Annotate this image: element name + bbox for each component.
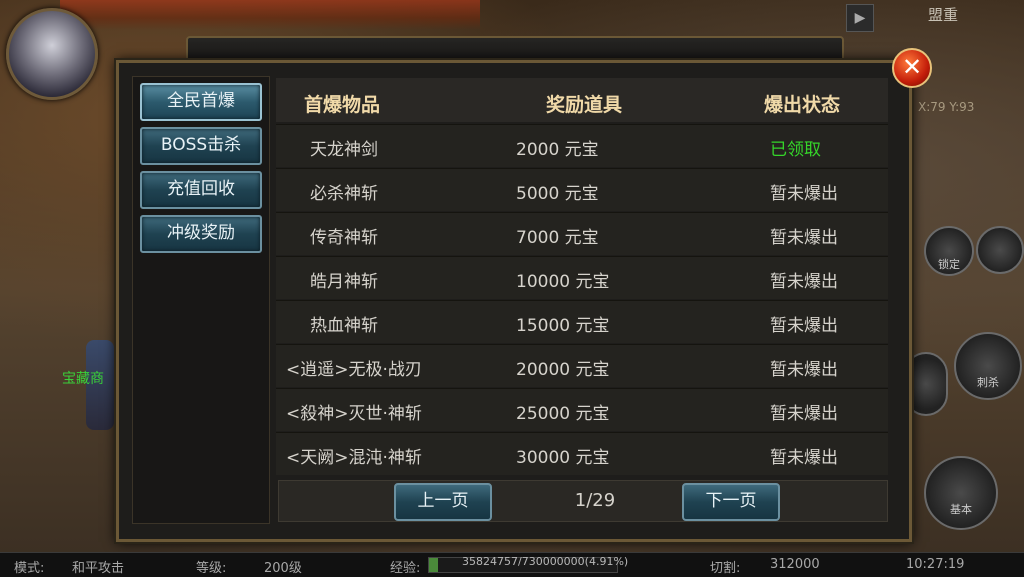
cell-reward: 25000 元宝 xyxy=(516,404,610,424)
cell-status: 暂未爆出 xyxy=(770,360,838,380)
table-row: <天阙>混沌·神斩 30000 元宝 暂未爆出 xyxy=(276,432,888,475)
skill-lock-button[interactable]: 锁定 xyxy=(924,226,974,276)
tab-recharge-recycle[interactable]: 充值回收 xyxy=(140,171,262,209)
mode-label: 模式: xyxy=(14,561,45,576)
cell-status: 暂未爆出 xyxy=(770,272,838,292)
exp-value: 35824757/730000000(4.91%) xyxy=(462,555,629,568)
table-row: 热血神斩 15000 元宝 暂未爆出 xyxy=(276,300,888,343)
player-avatar[interactable] xyxy=(6,8,98,100)
cell-item: 传奇神斩 xyxy=(310,228,378,248)
prev-page-button[interactable]: 上一页 xyxy=(394,483,492,521)
cell-item: 皓月神斩 xyxy=(310,272,378,292)
level-value: 200级 xyxy=(264,561,302,576)
exp-label: 经验: xyxy=(390,561,421,576)
table-row: 皓月神斩 10000 元宝 暂未爆出 xyxy=(276,256,888,299)
table-row: <逍遥>无极·战刃 20000 元宝 暂未爆出 xyxy=(276,344,888,387)
header-item: 首爆物品 xyxy=(304,94,381,116)
tab-boss-kill[interactable]: BOSS击杀 xyxy=(140,127,262,165)
coordinates: X:79 Y:93 xyxy=(918,100,975,114)
cell-reward: 5000 元宝 xyxy=(516,184,599,204)
table-row: <殺神>灭世·神斩 25000 元宝 暂未爆出 xyxy=(276,388,888,431)
close-icon: ✕ xyxy=(901,53,923,81)
next-page-button[interactable]: 下一页 xyxy=(682,483,780,521)
table-row: 天龙神剑 2000 元宝 已领取 xyxy=(276,124,888,167)
cell-item: 天龙神剑 xyxy=(310,140,378,160)
close-button[interactable]: ✕ xyxy=(892,48,932,88)
mode-value[interactable]: 和平攻击 xyxy=(72,557,124,576)
cell-item: <殺神>灭世·神斩 xyxy=(286,404,422,424)
cell-reward: 30000 元宝 xyxy=(516,448,610,468)
cell-reward: 15000 元宝 xyxy=(516,316,610,336)
cell-item: 必杀神斩 xyxy=(310,184,378,204)
header-status: 爆出状态 xyxy=(764,94,841,116)
cut-label: 切割: xyxy=(710,561,741,576)
skill-shield-icon[interactable] xyxy=(976,226,1024,274)
cell-status: 暂未爆出 xyxy=(770,228,838,248)
table-row: 必杀神斩 5000 元宝 暂未爆出 xyxy=(276,168,888,211)
cell-status: 暂未爆出 xyxy=(770,404,838,424)
level-label: 等级: xyxy=(196,561,227,576)
exp-bar-fill xyxy=(429,558,439,572)
tab-all-first-drop[interactable]: 全民首爆 xyxy=(140,83,262,121)
cell-status: 暂未爆出 xyxy=(770,316,838,336)
cell-reward: 20000 元宝 xyxy=(516,360,610,380)
skill-basic-button[interactable]: 基本 xyxy=(924,456,998,530)
table-row: 传奇神斩 7000 元宝 暂未爆出 xyxy=(276,212,888,255)
cell-reward: 7000 元宝 xyxy=(516,228,599,248)
npc-name: 宝藏商 xyxy=(62,371,104,387)
tab-level-reward[interactable]: 冲级奖励 xyxy=(140,215,262,253)
cut-value: 312000 xyxy=(770,557,820,572)
top-effects xyxy=(60,0,480,30)
cell-item: <逍遥>无极·战刃 xyxy=(286,360,422,380)
cell-reward: 2000 元宝 xyxy=(516,140,599,160)
page-indicator: 1/29 xyxy=(574,490,616,511)
cell-status: 暂未爆出 xyxy=(770,448,838,468)
cell-reward: 10000 元宝 xyxy=(516,272,610,292)
cell-item: 热血神斩 xyxy=(310,316,378,336)
cell-status: 暂未爆出 xyxy=(770,184,838,204)
header-reward: 奖励道具 xyxy=(546,94,623,116)
cell-status: 已领取 xyxy=(770,140,821,160)
cell-item: <天阙>混沌·神斩 xyxy=(286,448,422,468)
map-name: 盟重 xyxy=(928,6,959,24)
skill-slash-button[interactable]: 刺杀 xyxy=(954,332,1022,400)
clock: 10:27:19 xyxy=(906,557,965,572)
expand-arrow-icon[interactable]: ▶ xyxy=(846,4,874,32)
